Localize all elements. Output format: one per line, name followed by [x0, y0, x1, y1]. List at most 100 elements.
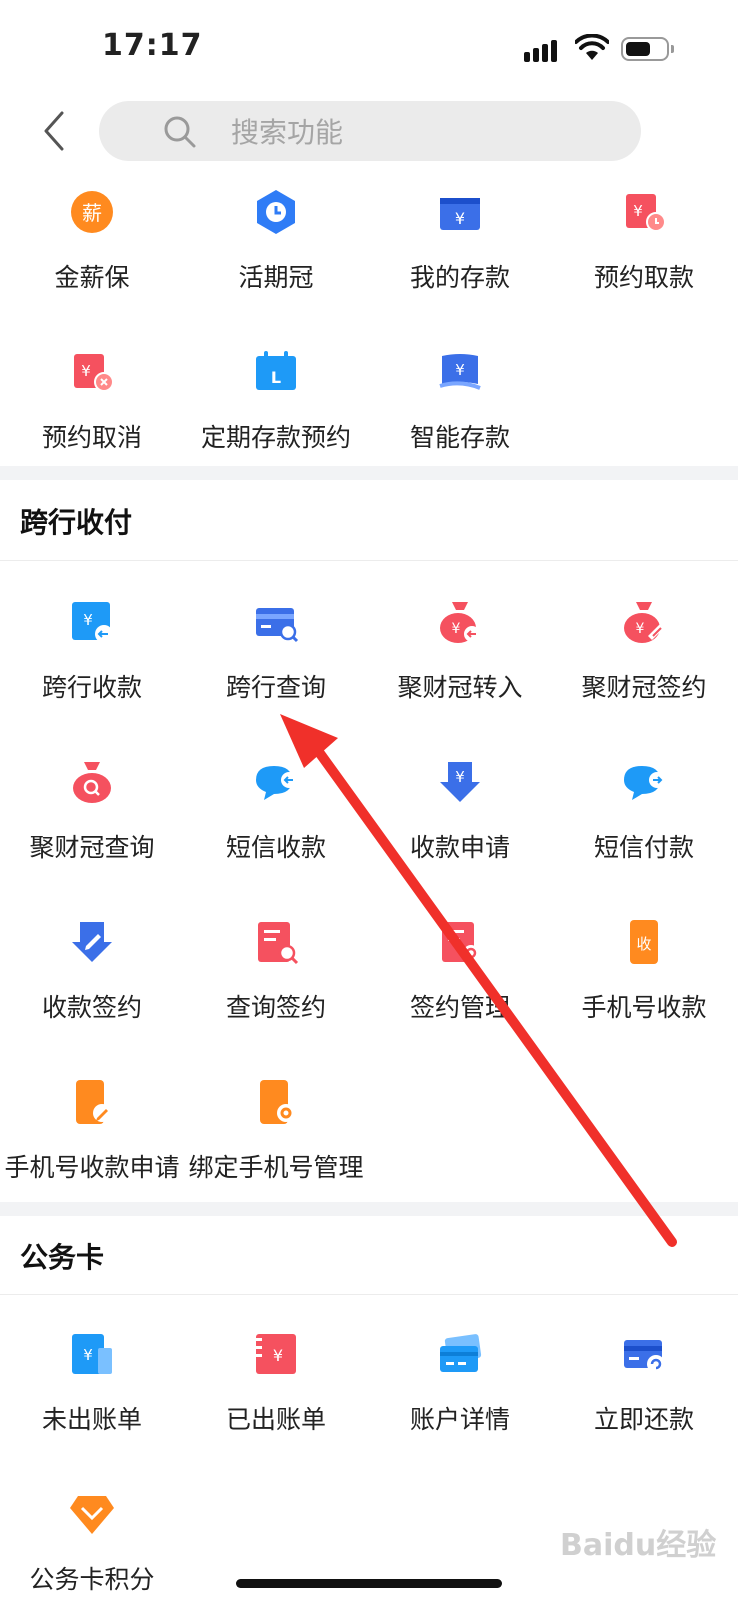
- grid-item-label: 短信收款: [225, 833, 326, 862]
- svg-text:¥: ¥: [83, 1346, 93, 1364]
- grid-item-phone-receive-request[interactable]: 手机号收款申请: [0, 1078, 184, 1184]
- grid-item-crossbank-query[interactable]: 跨行查询: [184, 598, 368, 704]
- grid-item-label: 收款签约: [41, 993, 142, 1022]
- grid-item-label: 查询签约: [225, 993, 326, 1022]
- svg-text:¥: ¥: [455, 361, 465, 379]
- grid-item-label: 账户详情: [409, 1405, 510, 1434]
- grid-item-receive-sign[interactable]: 收款签约: [0, 918, 184, 1024]
- salary-icon: 薪: [71, 191, 113, 233]
- svg-text:¥: ¥: [452, 621, 461, 637]
- doc-search-icon: [258, 922, 299, 965]
- grid-item-label: 未出账单: [41, 1405, 142, 1434]
- grid-item-receive-request[interactable]: ¥ 收款申请: [368, 758, 552, 864]
- status-bar: 17:17: [0, 0, 738, 95]
- sms-pay-icon: [624, 766, 665, 800]
- grid-item-jucaiguan-sign[interactable]: ¥ 聚财冠签约: [552, 598, 736, 704]
- section-gap: [0, 466, 738, 480]
- grid-item-label: 短信付款: [593, 833, 694, 862]
- phone-edit-icon: [76, 1080, 111, 1124]
- account-card-icon: [440, 1334, 482, 1372]
- grid-item-sms-pay[interactable]: 短信付款: [552, 758, 736, 864]
- unbilled-icon: ¥: [72, 1334, 112, 1374]
- grid-item-my-deposit[interactable]: ¥ 我的存款: [368, 188, 552, 294]
- svg-text:薪: 薪: [82, 201, 102, 225]
- top-bar: [0, 95, 738, 165]
- grid-item-query-sign[interactable]: 查询签约: [184, 918, 368, 1024]
- grid-item-fixed-deposit-appointment[interactable]: L 定期存款预约: [184, 348, 368, 454]
- billed-icon: ¥: [256, 1334, 296, 1374]
- svg-text:¥: ¥: [633, 202, 643, 220]
- cellular-signal-icon: [524, 38, 564, 62]
- grid-item-label: 活期冠: [238, 263, 314, 292]
- grid-item-jucaiguan-in[interactable]: ¥ 聚财冠转入: [368, 598, 552, 704]
- grid-item-label: 跨行查询: [225, 673, 326, 702]
- grid-item-label: 金薪保: [54, 263, 130, 292]
- status-time: 17:17: [102, 28, 203, 63]
- receive-icon: ¥: [72, 602, 113, 643]
- svg-text:¥: ¥: [273, 1346, 283, 1365]
- svg-text:¥: ¥: [83, 611, 93, 629]
- section-title-officialcard: 公务卡: [20, 1241, 105, 1274]
- grid-item-label: 聚财冠转入: [397, 673, 523, 702]
- grid-item-label: 定期存款预约: [200, 423, 351, 452]
- grid-item-label: 签约管理: [409, 993, 510, 1022]
- grid-item-label: 公务卡积分: [29, 1565, 155, 1594]
- grid-item-label: 预约取款: [593, 263, 694, 292]
- calendar-icon: L: [256, 351, 296, 390]
- cancel-appointment-icon: ¥: [74, 354, 114, 392]
- grid-item-withdraw-appointment[interactable]: ¥ 预约取款: [552, 188, 736, 294]
- points-icon: [70, 1496, 114, 1534]
- grid-item-label: 聚财冠签约: [581, 673, 707, 702]
- grid-item-unbilled[interactable]: ¥ 未出账单: [0, 1330, 184, 1436]
- sms-receive-icon: [256, 766, 297, 800]
- grid-item-bind-phone-manage[interactable]: 绑定手机号管理: [184, 1078, 368, 1184]
- grid-item-jucaiguan-query[interactable]: 聚财冠查询: [0, 758, 184, 864]
- sign-manage-icon: [442, 922, 479, 962]
- grid-item-crossbank-receive[interactable]: ¥ 跨行收款: [0, 598, 184, 704]
- repay-icon: [624, 1340, 665, 1373]
- svg-text:¥: ¥: [81, 362, 91, 380]
- deposit-card-icon: ¥: [440, 198, 480, 230]
- grid-item-account-detail[interactable]: 账户详情: [368, 1330, 552, 1436]
- wifi-icon: [575, 34, 609, 60]
- phone-receive-icon: 收: [630, 920, 658, 964]
- grid-item-card-points[interactable]: 公务卡积分: [0, 1490, 184, 1596]
- section-title-crossbank: 跨行收付: [20, 506, 133, 539]
- receive-request-icon: ¥: [440, 762, 480, 802]
- grid-item-sms-receive[interactable]: 短信收款: [184, 758, 368, 864]
- grid-item-label: 绑定手机号管理: [188, 1153, 364, 1182]
- grid-item-smart-deposit[interactable]: ¥ 智能存款: [368, 348, 552, 454]
- grid-item-repay-now[interactable]: 立即还款: [552, 1330, 736, 1436]
- section-gap: [0, 1202, 738, 1216]
- card-search-icon: [256, 608, 299, 643]
- grid-item-billed[interactable]: ¥ 已出账单: [184, 1330, 368, 1436]
- grid-item-label: 手机号收款: [581, 993, 707, 1022]
- grid-item-label: 收款申请: [409, 833, 510, 862]
- watermark: Baidu经验: [560, 1528, 717, 1563]
- search-icon: [164, 116, 196, 148]
- grid-item-label: 智能存款: [409, 423, 510, 452]
- moneybag-sign-icon: ¥: [624, 602, 664, 643]
- home-indicator: [236, 1579, 502, 1588]
- grid-item-huoqiguan[interactable]: 活期冠: [184, 188, 368, 294]
- grid-item-sign-manage[interactable]: 签约管理: [368, 918, 552, 1024]
- grid-item-label: 预约取消: [41, 423, 142, 452]
- phone-settings-icon: [260, 1080, 295, 1124]
- svg-text:¥: ¥: [455, 768, 465, 786]
- battery-icon: [621, 37, 669, 61]
- grid-item-phone-receive[interactable]: 收 手机号收款: [552, 918, 736, 1024]
- back-arrow-icon[interactable]: [38, 109, 78, 153]
- grid-item-cancel-appointment[interactable]: ¥ 预约取消: [0, 348, 184, 454]
- grid-item-label: 手机号收款申请: [4, 1153, 180, 1182]
- grid-item-jinxinbao[interactable]: 薪 金薪保: [0, 188, 184, 294]
- smart-deposit-icon: ¥: [439, 354, 481, 390]
- grid-item-label: 立即还款: [593, 1405, 694, 1434]
- svg-text:¥: ¥: [455, 209, 465, 228]
- moneybag-search-icon: [73, 762, 111, 803]
- crossbank-grid: ¥ 跨行收款 跨行查询 ¥ 聚财冠转入 ¥ 聚财冠签约 聚财冠查询 短信收款 ¥…: [0, 590, 738, 1190]
- svg-text:收: 收: [636, 935, 651, 953]
- grid-item-label: 已出账单: [225, 1405, 326, 1434]
- search-bar[interactable]: [99, 101, 641, 161]
- withdraw-appointment-icon: ¥: [626, 194, 666, 232]
- search-input[interactable]: [229, 109, 613, 155]
